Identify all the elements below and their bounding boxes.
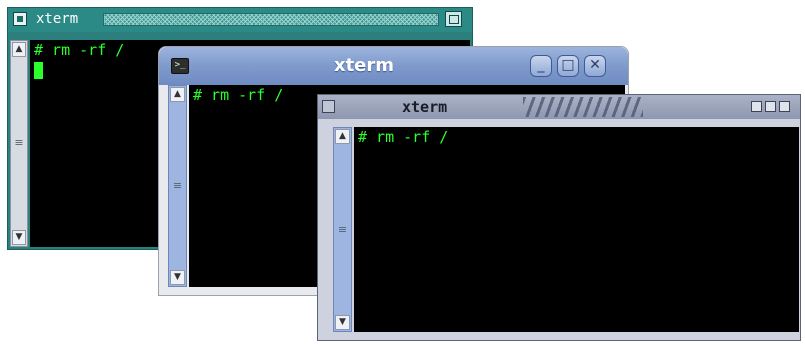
scroll-down-arrow-icon[interactable]: ▼ <box>170 270 185 285</box>
terminal-prompt: # rm -rf / <box>193 86 284 104</box>
titlebar-decoration <box>523 97 643 117</box>
window-1-scrollbar[interactable]: ▲ ≡ ▼ <box>10 40 28 247</box>
window-2-title: xterm <box>333 55 395 76</box>
scroll-grip-icon[interactable]: ≡ <box>11 137 27 148</box>
window-2-scrollbar[interactable]: ▲ ≡ ▼ <box>168 85 187 287</box>
window-menu-icon[interactable] <box>322 100 335 113</box>
maximize-icon[interactable]: □ <box>557 55 579 77</box>
scroll-grip-icon[interactable]: ≡ <box>334 224 351 235</box>
close-icon[interactable]: ✕ <box>584 55 606 77</box>
minimize-icon[interactable]: _ <box>530 55 552 77</box>
window-menu-icon[interactable] <box>13 12 27 26</box>
scroll-up-arrow-icon[interactable]: ▲ <box>12 42 26 57</box>
window-3-titlebar[interactable]: xterm <box>318 95 800 119</box>
window-2-titlebar[interactable]: >_ xterm _ □ ✕ <box>159 47 628 85</box>
close-icon[interactable] <box>779 101 790 112</box>
window-3-title: xterm <box>402 98 448 116</box>
titlebar-drag-area[interactable] <box>103 13 439 26</box>
window-1-title: xterm <box>36 11 79 27</box>
maximize-icon[interactable] <box>445 11 462 27</box>
window-3-scrollbar[interactable]: ▲ ≡ ▼ <box>333 127 352 332</box>
terminal-area-3[interactable]: # rm -rf / <box>354 127 799 332</box>
scroll-grip-icon[interactable]: ≡ <box>169 180 186 191</box>
terminal-prompt: # rm -rf / <box>358 128 449 146</box>
terminal-cursor <box>34 62 43 79</box>
scroll-down-arrow-icon[interactable]: ▼ <box>335 315 350 330</box>
scroll-down-arrow-icon[interactable]: ▼ <box>12 230 26 245</box>
xterm-window-3[interactable]: xterm ▲ ≡ ▼ # rm -rf / <box>317 94 801 341</box>
scroll-up-arrow-icon[interactable]: ▲ <box>170 87 185 102</box>
scroll-up-arrow-icon[interactable]: ▲ <box>335 129 350 144</box>
terminal-prompt: # rm -rf / <box>34 41 125 59</box>
minimize-icon[interactable] <box>751 101 762 112</box>
maximize-icon[interactable] <box>765 101 776 112</box>
window-1-titlebar[interactable]: xterm <box>8 8 472 32</box>
